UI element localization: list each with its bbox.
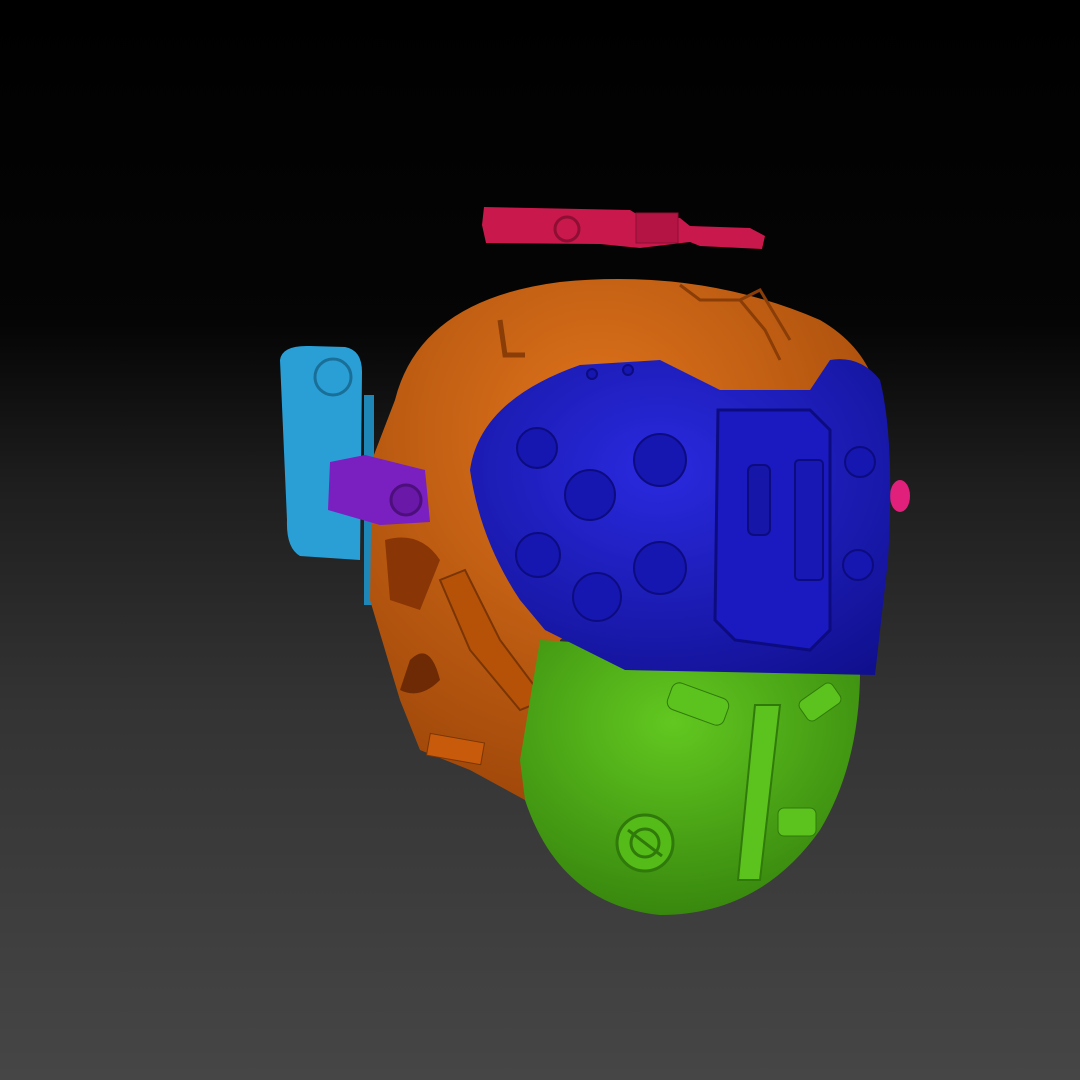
side-knob-part <box>890 480 910 512</box>
3d-viewport[interactable] <box>0 0 1080 1080</box>
helmet-model[interactable] <box>0 0 1080 1080</box>
jaw-part <box>520 640 861 915</box>
top-antenna-part <box>482 207 765 249</box>
